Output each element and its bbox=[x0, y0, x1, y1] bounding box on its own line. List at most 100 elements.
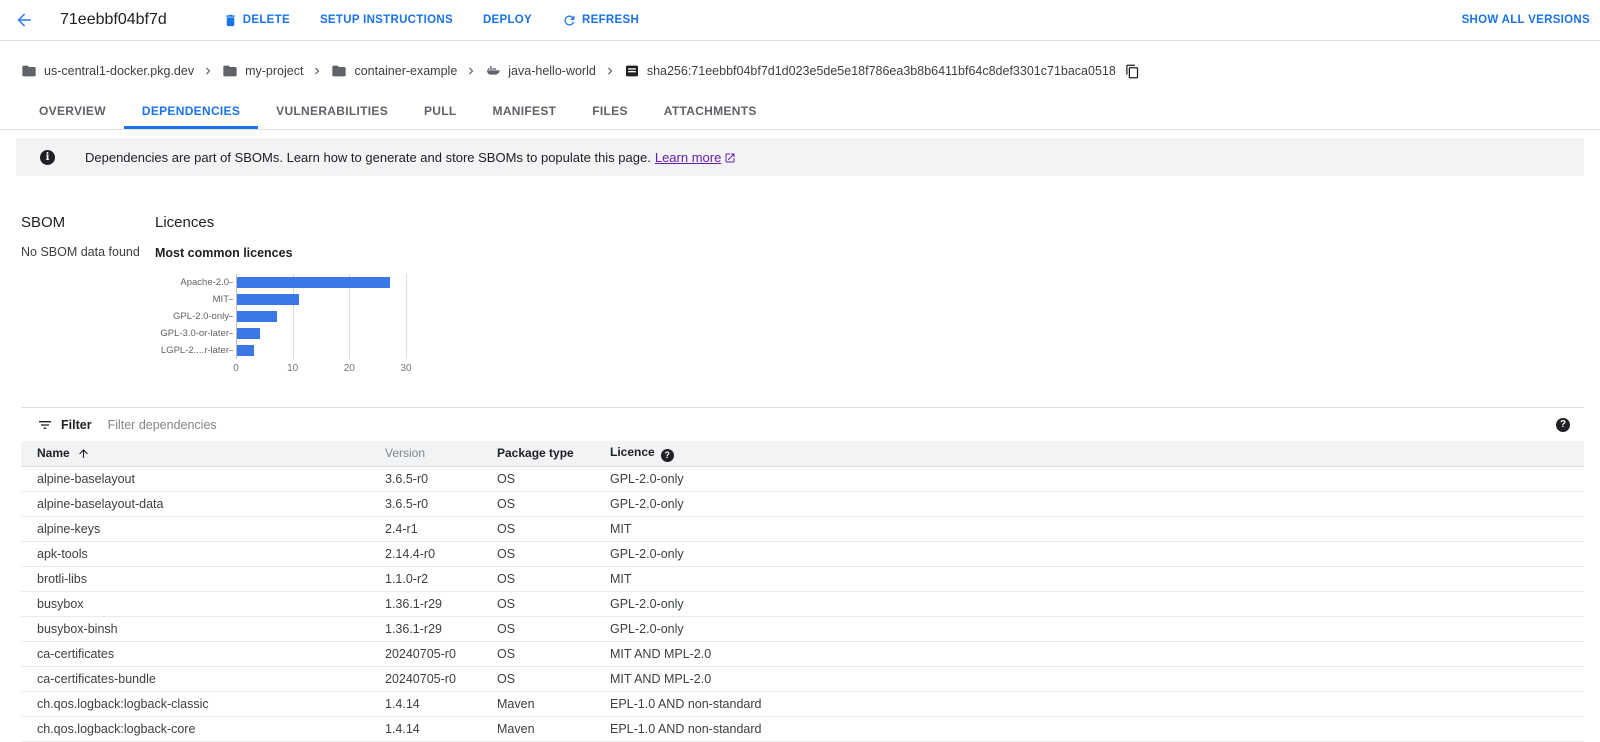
tab-pull[interactable]: PULL bbox=[406, 93, 475, 129]
chart-bar bbox=[237, 294, 300, 305]
breadcrumb-item[interactable]: java-hello-world bbox=[485, 63, 596, 79]
chart-x-axis: 0 10 20 30 bbox=[233, 363, 455, 379]
table-row[interactable]: busybox-binsh 1.36.1-r29 OS GPL-2.0-only bbox=[21, 616, 1584, 642]
topbar-actions: DELETE SETUP INSTRUCTIONS DEPLOY REFRESH bbox=[223, 13, 639, 28]
docker-icon bbox=[485, 63, 501, 79]
sbom-empty-text: No SBOM data found bbox=[21, 245, 140, 259]
breadcrumb-item[interactable]: sha256:71eebbf04bf7d1d023e5de5e18f786ea3… bbox=[624, 63, 1116, 79]
table-row[interactable]: ch.qos.logback:logback-classic 1.4.14 Ma… bbox=[21, 691, 1584, 717]
chart-tick-dash bbox=[229, 333, 233, 334]
table-row[interactable]: ca-certificates-bundle 20240705-r0 OS MI… bbox=[21, 666, 1584, 692]
sbom-column: SBOM No SBOM data found bbox=[21, 214, 155, 379]
trash-icon bbox=[223, 13, 238, 28]
chart-bar bbox=[237, 311, 277, 322]
cell-package-type: OS bbox=[481, 591, 594, 617]
cell-version: 2.4-r1 bbox=[369, 516, 481, 542]
table-help-icon[interactable]: ? bbox=[1556, 417, 1570, 432]
cell-version: 1.1.0-r2 bbox=[369, 566, 481, 592]
column-header-licence[interactable]: Licence? bbox=[594, 441, 1584, 467]
cell-licence: GPL-2.0-only bbox=[594, 616, 1584, 642]
chart-bar bbox=[237, 277, 390, 288]
cell-name: ch.qos.logback:logback-core bbox=[21, 716, 369, 742]
cell-name: alpine-keys bbox=[21, 516, 369, 542]
table-row[interactable]: alpine-keys 2.4-r1 OS MIT bbox=[21, 516, 1584, 542]
cell-package-type: Maven bbox=[481, 716, 594, 742]
chart-row: MIT bbox=[155, 291, 455, 308]
topbar: 71eebbf04bf7d DELETE SETUP INSTRUCTIONS DE… bbox=[0, 0, 1600, 41]
chevron-icon bbox=[464, 64, 478, 78]
cell-name: brotli-libs bbox=[21, 566, 369, 592]
filter-bar: Filter ? bbox=[21, 408, 1584, 441]
cell-package-type: OS bbox=[481, 491, 594, 517]
table-row[interactable]: brotli-libs 1.1.0-r2 OS MIT bbox=[21, 566, 1584, 592]
refresh-icon bbox=[562, 13, 577, 28]
cell-name: ch.qos.logback:logback-classic bbox=[21, 691, 369, 717]
chevron-icon bbox=[310, 64, 324, 78]
copy-digest-button[interactable] bbox=[1125, 64, 1140, 79]
cell-name: apk-tools bbox=[21, 541, 369, 567]
chart-row: GPL-2.0-only bbox=[155, 308, 455, 325]
dependencies-table-card: Filter ? NameVersionPackage typeLicence?… bbox=[21, 407, 1584, 742]
table-row[interactable]: ch.qos.logback:logback-core 1.4.14 Maven… bbox=[21, 716, 1584, 742]
breadcrumb-item[interactable]: my-project bbox=[222, 63, 303, 79]
cell-package-type: OS bbox=[481, 666, 594, 692]
chart-title: Most common licences bbox=[155, 246, 293, 260]
chart-row: GPL-3.0-or-later bbox=[155, 325, 455, 342]
cell-version: 1.4.14 bbox=[369, 716, 481, 742]
show-all-versions-button[interactable]: SHOW ALL VERSIONS bbox=[1462, 14, 1590, 26]
table-body: alpine-baselayout 3.6.5-r0 OS GPL-2.0-on… bbox=[21, 466, 1584, 742]
chart-axis-label: 0 bbox=[233, 363, 239, 374]
breadcrumb-item[interactable]: us-central1-docker.pkg.dev bbox=[21, 63, 194, 79]
filter-list-icon bbox=[37, 417, 53, 433]
cell-licence: GPL-2.0-only bbox=[594, 541, 1584, 567]
external-link-icon bbox=[724, 152, 736, 164]
tab-attachments[interactable]: ATTACHMENTS bbox=[646, 93, 775, 129]
cell-version: 20240705-r0 bbox=[369, 666, 481, 692]
table-row[interactable]: apk-tools 2.14.4-r0 OS GPL-2.0-only bbox=[21, 541, 1584, 567]
cell-version: 20240705-r0 bbox=[369, 641, 481, 667]
tab-overview[interactable]: OVERVIEW bbox=[21, 93, 124, 129]
tab-files[interactable]: FILES bbox=[574, 93, 646, 129]
cell-licence: EPL-1.0 AND non-standard bbox=[594, 716, 1584, 742]
cell-version: 2.14.4-r0 bbox=[369, 541, 481, 567]
chart-category-label: LGPL-2....r-later bbox=[160, 345, 229, 356]
image-icon bbox=[624, 63, 640, 79]
table-row[interactable]: busybox 1.36.1-r29 OS GPL-2.0-only bbox=[21, 591, 1584, 617]
copy-icon bbox=[1125, 64, 1140, 79]
filter-dependencies-input[interactable] bbox=[105, 416, 1556, 433]
refresh-button[interactable]: REFRESH bbox=[562, 13, 639, 28]
column-header-version[interactable]: Version bbox=[369, 441, 481, 467]
cell-name: busybox bbox=[21, 591, 369, 617]
cell-package-type: OS bbox=[481, 641, 594, 667]
chart-category-label: GPL-2.0-only bbox=[173, 311, 229, 322]
tab-manifest[interactable]: MANIFEST bbox=[475, 93, 575, 129]
setup-instructions-button[interactable]: SETUP INSTRUCTIONS bbox=[320, 14, 453, 26]
delete-button[interactable]: DELETE bbox=[223, 13, 290, 28]
tab-vulnerabilities[interactable]: VULNERABILITIES bbox=[258, 93, 406, 129]
arrowUp-icon bbox=[77, 447, 90, 460]
table-row[interactable]: alpine-baselayout-data 3.6.5-r0 OS GPL-2… bbox=[21, 491, 1584, 517]
cell-name: ca-certificates-bundle bbox=[21, 666, 369, 692]
sbom-title: SBOM bbox=[21, 214, 66, 231]
column-header-package-type[interactable]: Package type bbox=[481, 441, 594, 467]
cell-licence: GPL-2.0-only bbox=[594, 591, 1584, 617]
chart-tick-dash bbox=[229, 350, 233, 351]
info-icon: i bbox=[40, 149, 55, 165]
column-header-name[interactable]: Name bbox=[21, 441, 369, 467]
deploy-button[interactable]: DEPLOY bbox=[483, 14, 532, 26]
licence-help-icon[interactable]: ? bbox=[660, 448, 674, 462]
chart-bar bbox=[237, 345, 254, 356]
cell-version: 1.4.14 bbox=[369, 691, 481, 717]
chart-row: LGPL-2....r-later bbox=[155, 342, 455, 359]
chart-category-label: GPL-3.0-or-later bbox=[160, 328, 229, 339]
breadcrumb-item[interactable]: container-example bbox=[331, 63, 457, 79]
table-row[interactable]: alpine-baselayout 3.6.5-r0 OS GPL-2.0-on… bbox=[21, 466, 1584, 492]
table-row[interactable]: ca-certificates 20240705-r0 OS MIT AND M… bbox=[21, 641, 1584, 667]
cell-licence: EPL-1.0 AND non-standard bbox=[594, 691, 1584, 717]
licence-bar-chart: Apache-2.0 MIT GPL-2.0-only GPL-3.0-or-l… bbox=[155, 274, 455, 379]
back-button[interactable] bbox=[12, 8, 36, 32]
page-title: 71eebbf04bf7d bbox=[60, 11, 167, 28]
tab-dependencies[interactable]: DEPENDENCIES bbox=[123, 93, 259, 129]
learn-more-link[interactable]: Learn more bbox=[655, 150, 721, 165]
sbom-info-banner: i Dependencies are part of SBOMs. Learn … bbox=[16, 138, 1584, 176]
